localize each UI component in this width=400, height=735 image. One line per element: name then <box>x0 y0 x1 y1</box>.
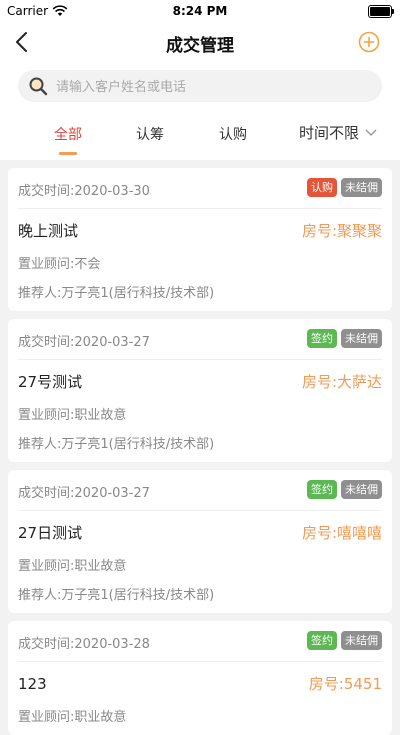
search-bar <box>0 62 400 110</box>
search-input[interactable] <box>54 70 370 104</box>
commission-status-badge: 未结佣 <box>341 480 382 499</box>
deal-card-header: 成交时间:2020-03-27 签约 未结佣 <box>18 319 382 360</box>
search-box <box>18 70 382 104</box>
page-title: 成交管理 <box>166 36 234 56</box>
deal-status-badge: 签约 <box>307 631 337 650</box>
room-number: 房号:嘻嘻嘻 <box>301 524 382 542</box>
deal-card[interactable]: 成交时间:2020-03-27 签约 未结佣 27日测试 房号:嘻嘻嘻 置业顾问… <box>8 470 392 613</box>
chevron-down-icon <box>365 129 377 136</box>
filter-tabs: 全部 认筹 认购 时间不限 <box>0 110 400 160</box>
commission-status-badge: 未结佣 <box>341 329 382 348</box>
status-bar: Carrier 8:24 PM <box>0 0 400 22</box>
deal-badges: 签约 未结佣 <box>307 329 382 348</box>
commission-status-badge: 未结佣 <box>341 178 382 197</box>
deal-card-body: 27日测试 房号:嘻嘻嘻 置业顾问:职业故意 推荐人:万子亮1(居行科技/技术部… <box>18 511 382 613</box>
deal-badges: 签约 未结佣 <box>307 480 382 499</box>
deal-card-body: 123 房号:5451 置业顾问:职业故意 <box>18 662 382 735</box>
consultant: 置业顾问:职业故意 <box>18 408 127 423</box>
deal-status-badge: 签约 <box>307 480 337 499</box>
deal-card-body: 晚上测试 房号:聚聚聚 置业顾问:不会 推荐人:万子亮1(居行科技/技术部) <box>18 209 382 311</box>
time-filter-label: 时间不限 <box>299 124 360 142</box>
consultant: 置业顾问:职业故意 <box>18 710 127 725</box>
deal-card[interactable]: 成交时间:2020-03-30 认购 未结佣 晚上测试 房号:聚聚聚 置业顾问:… <box>8 168 392 311</box>
deal-date: 成交时间:2020-03-27 <box>18 486 150 501</box>
tab-active-indicator <box>59 152 77 155</box>
deal-card-header: 成交时间:2020-03-27 签约 未结佣 <box>18 470 382 511</box>
referrer: 推荐人:万子亮1(居行科技/技术部) <box>18 286 215 301</box>
consultant: 置业顾问:不会 <box>18 257 101 272</box>
deal-date: 成交时间:2020-03-28 <box>18 637 150 652</box>
room-number: 房号:5451 <box>308 675 382 693</box>
navbar: 成交管理 <box>0 22 400 62</box>
tab-all[interactable]: 全部 <box>54 124 82 144</box>
battery-icon <box>368 5 394 18</box>
tab-purchase[interactable]: 认购 <box>219 124 247 144</box>
deal-badges: 签约 未结佣 <box>307 631 382 650</box>
referrer: 推荐人:万子亮1(居行科技/技术部) <box>18 588 215 603</box>
deal-date: 成交时间:2020-03-27 <box>18 335 150 350</box>
deal-date: 成交时间:2020-03-30 <box>18 184 150 199</box>
search-icon <box>29 77 48 96</box>
deal-card-header: 成交时间:2020-03-28 签约 未结佣 <box>18 621 382 662</box>
tab-subscribe[interactable]: 认筹 <box>136 124 164 144</box>
tab-time-filter[interactable]: 时间不限 <box>299 122 377 143</box>
add-circle-icon[interactable] <box>358 31 380 53</box>
deal-card-body: 27号测试 房号:大萨达 置业顾问:职业故意 推荐人:万子亮1(居行科技/技术部… <box>18 360 382 462</box>
deal-list: 成交时间:2020-03-30 认购 未结佣 晚上测试 房号:聚聚聚 置业顾问:… <box>0 160 400 735</box>
deal-card[interactable]: 成交时间:2020-03-27 签约 未结佣 27号测试 房号:大萨达 置业顾问… <box>8 319 392 462</box>
referrer: 推荐人:万子亮1(居行科技/技术部) <box>18 437 215 452</box>
deal-badges: 认购 未结佣 <box>307 178 382 197</box>
deal-status-badge: 签约 <box>307 329 337 348</box>
commission-status-badge: 未结佣 <box>341 631 382 650</box>
deal-card[interactable]: 成交时间:2020-03-28 签约 未结佣 123 房号:5451 置业顾问:… <box>8 621 392 735</box>
room-number: 房号:聚聚聚 <box>301 222 382 240</box>
deal-card-header: 成交时间:2020-03-30 认购 未结佣 <box>18 168 382 209</box>
room-number: 房号:大萨达 <box>301 373 382 391</box>
deal-status-badge: 认购 <box>307 178 337 197</box>
consultant: 置业顾问:职业故意 <box>18 559 127 574</box>
status-time: 8:24 PM <box>172 4 228 18</box>
